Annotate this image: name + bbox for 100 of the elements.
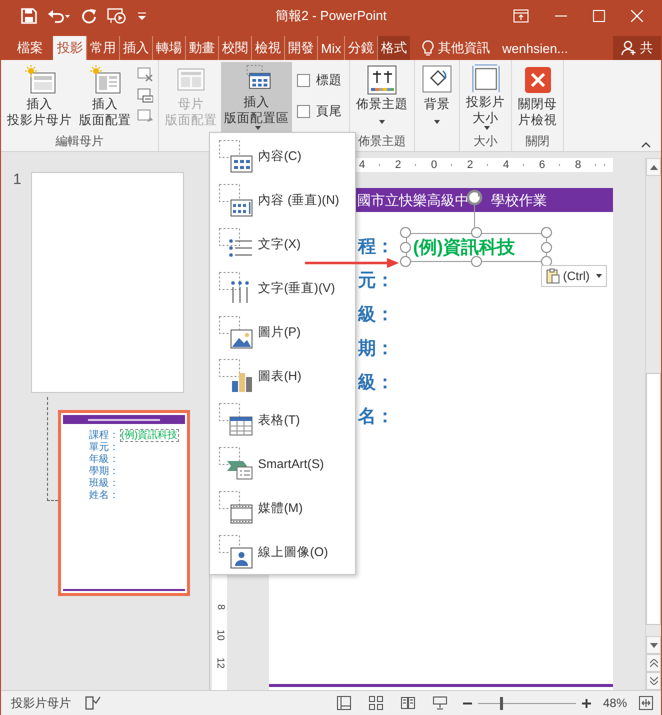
maximize-icon[interactable]	[593, 10, 605, 22]
share-button[interactable]: 共	[613, 36, 661, 60]
master-thumbnail[interactable]	[31, 172, 184, 393]
grid-icon	[219, 140, 253, 174]
slide-size-icon	[470, 64, 502, 94]
reading-view-icon[interactable]	[400, 696, 415, 710]
field-label: 級：	[358, 372, 394, 392]
user-name[interactable]: wenhsien...	[490, 36, 568, 56]
thumbnail-label: 姓名：	[89, 490, 119, 502]
close-icon[interactable]	[631, 10, 643, 22]
paste-options-button[interactable]: (Ctrl)	[541, 265, 607, 287]
checkbox[interactable]	[297, 105, 310, 118]
group-label: 大小	[472, 134, 498, 150]
ribbon-button[interactable]: 關閉母 片檢視	[515, 62, 560, 132]
zoom-level[interactable]: 48%	[602, 696, 627, 710]
smartart-icon	[219, 447, 253, 482]
save-icon[interactable]	[21, 8, 37, 24]
menu-item[interactable]: 線上圖像(O)	[210, 530, 355, 574]
ribbon-button[interactable]: 插入 版面配置	[76, 62, 134, 132]
ribbon-display-icon[interactable]	[513, 9, 529, 23]
menu-item[interactable]: 表格(T)	[210, 398, 355, 442]
rotate-handle[interactable]	[466, 189, 483, 206]
slide-star-icon	[89, 64, 121, 96]
next-slide-icon[interactable]	[650, 677, 658, 685]
previous-slide-icon[interactable]	[650, 659, 658, 667]
customize-icon[interactable]	[137, 11, 147, 21]
thumbnail-label: 班級：	[89, 478, 119, 490]
scrollbar[interactable]	[645, 158, 661, 690]
slider-thumb[interactable]	[500, 696, 502, 710]
menu-item[interactable]: SmartArt(S)	[210, 442, 355, 486]
notes-check-icon[interactable]	[85, 696, 101, 710]
redo-icon[interactable]	[81, 8, 97, 24]
ribbon-button[interactable]: 佈景主題	[353, 62, 411, 132]
group-label: 編輯母片	[54, 134, 104, 150]
group-label: 關閉	[524, 134, 550, 150]
ribbon-button[interactable]: 投影片 大小	[463, 62, 508, 132]
scroll-up-icon[interactable]	[650, 164, 658, 170]
caret-icon	[434, 120, 440, 124]
menu-item[interactable]: 文字(X)	[210, 222, 355, 267]
window-title: 簡報2 - PowerPoint	[275, 7, 387, 25]
field-label: 級：	[358, 304, 394, 324]
thumbnail-text-box: (例)資訊科技	[120, 429, 179, 442]
slide-delete-icon[interactable]	[137, 66, 153, 82]
caret-icon	[379, 120, 385, 124]
layout-thumbnail[interactable]: 課程： (例)資訊科技 單元： 年級： 學期： 班級： 姓名：	[58, 410, 190, 596]
slide-sorter-icon[interactable]	[368, 696, 383, 710]
ribbon-tab[interactable]: 格式	[377, 36, 410, 60]
ribbon-button[interactable]: 背景	[418, 62, 456, 132]
normal-view-icon[interactable]	[336, 696, 351, 710]
slideshow-icon[interactable]	[107, 7, 127, 25]
file-tab[interactable]: 檔案	[1, 36, 53, 60]
undo-icon[interactable]	[47, 8, 71, 24]
checkbox[interactable]	[297, 74, 310, 87]
slide-number: 1	[12, 172, 22, 190]
slide-pin-icon[interactable]	[137, 108, 153, 124]
field-label: 名：	[358, 406, 394, 426]
slide-rename-icon[interactable]	[137, 87, 153, 103]
menu-item[interactable]: 文字(垂直)(V)	[210, 266, 355, 311]
film-icon	[219, 491, 253, 526]
clipboard-icon	[546, 268, 560, 284]
menu-item[interactable]: 媒體(M)	[210, 486, 355, 530]
ruler-number: 10	[214, 629, 224, 641]
presenter-icon[interactable]	[432, 696, 447, 710]
bar-chart-icon	[219, 359, 253, 394]
ribbon-button[interactable]: 插入 版面配置區	[221, 62, 292, 132]
tell-me-link[interactable]: 其他資訊	[438, 39, 490, 57]
scroll-thumb[interactable]	[646, 373, 661, 625]
slide-title: 國市立快樂高級中	[357, 191, 469, 210]
rotate-line	[474, 204, 475, 227]
ribbon-tab[interactable]: 投影	[53, 36, 86, 60]
caret-icon	[596, 274, 602, 278]
slide-title: 學校作業	[491, 191, 547, 210]
picture-icon	[219, 316, 253, 350]
field-label: 期：	[358, 338, 394, 358]
scroll-down-icon[interactable]	[650, 642, 658, 648]
table-icon	[219, 403, 253, 438]
thumbnail-label: 年級：	[89, 454, 119, 466]
menu-item[interactable]: 內容 (垂直)(N)	[210, 178, 355, 223]
ribbon-button[interactable]: 插入 投影片母片	[4, 62, 75, 132]
person-add-icon	[621, 40, 637, 56]
checkbox-label: 標題	[316, 72, 342, 89]
thumbnail-label: 課程：	[89, 430, 119, 442]
field-label: 程：	[358, 236, 394, 256]
thumbnail-label: 單元：	[89, 442, 119, 454]
zoom-in-icon[interactable]	[582, 698, 591, 708]
fit-to-window-icon[interactable]	[639, 696, 653, 710]
thumbnail-label: 學期：	[89, 466, 119, 478]
ruler-number: 8	[214, 604, 224, 610]
grid-column-icon	[219, 184, 253, 218]
caret-icon	[484, 126, 490, 130]
lightbulb-icon	[422, 40, 434, 56]
menu-item[interactable]: 圖表(H)	[210, 354, 355, 398]
view-mode-label: 投影片母片	[10, 694, 71, 712]
checkbox-label: 頁尾	[316, 103, 342, 120]
group-label: 佈景主題	[357, 134, 407, 150]
person-icon	[219, 535, 253, 570]
theme-icon	[366, 64, 398, 96]
collapse-icon[interactable]	[641, 142, 651, 148]
field-label: 元：	[358, 270, 394, 290]
menu-item[interactable]: 圖片(P)	[210, 310, 355, 355]
